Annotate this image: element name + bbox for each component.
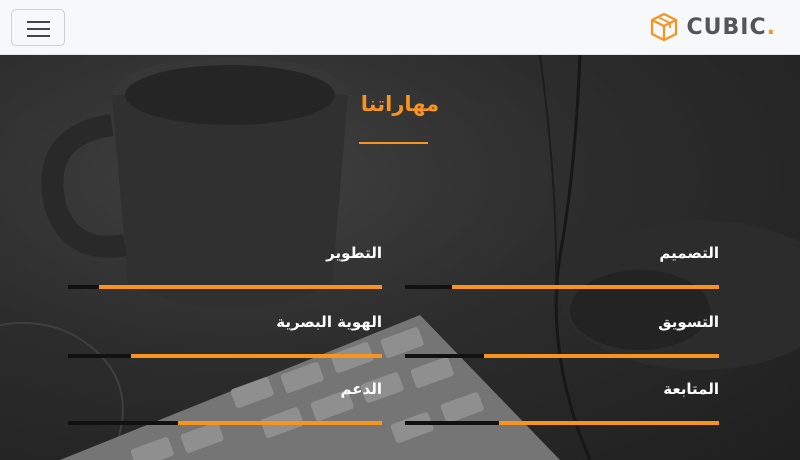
brand-dot: . — [766, 14, 776, 40]
menu-toggle-button[interactable] — [11, 9, 65, 46]
skill-progress-fill — [452, 285, 719, 289]
skill-label: الهوية البصرية — [276, 313, 382, 331]
skill-design: التصميم — [405, 244, 719, 296]
skill-label: التسويق — [658, 313, 719, 331]
hamburger-menu-icon-bottom — [27, 35, 50, 37]
brand-logo[interactable]: CUBIC. — [649, 12, 776, 42]
brand-name: CUBIC. — [687, 15, 776, 40]
skill-progress-fill — [130, 354, 382, 358]
skill-progress-fill — [99, 285, 382, 289]
skill-progress-track — [405, 285, 719, 289]
cube-icon — [650, 12, 677, 42]
hamburger-menu-icon — [27, 21, 50, 23]
skill-development: التطوير — [68, 244, 382, 296]
skill-marketing: التسويق — [405, 313, 719, 365]
skill-progress-track — [68, 354, 382, 358]
skill-progress-fill — [177, 421, 382, 425]
skill-label: المتابعة — [663, 380, 719, 398]
skill-progress-fill — [499, 421, 719, 425]
section-title: مهاراتنا — [360, 92, 440, 116]
skill-progress-fill — [483, 354, 719, 358]
skill-label: التطوير — [326, 244, 382, 262]
title-underline — [359, 142, 428, 144]
skill-progress-track — [68, 421, 382, 425]
skill-label: الدعم — [340, 380, 382, 398]
navbar: CUBIC. — [0, 0, 800, 55]
skill-progress-track — [405, 421, 719, 425]
hamburger-menu-icon-middle — [27, 28, 50, 30]
brand-name-text: CUBIC — [686, 14, 767, 40]
skill-progress-track — [68, 285, 382, 289]
skill-label: التصميم — [659, 244, 719, 262]
skill-visual-identity: الهوية البصرية — [68, 313, 382, 365]
skill-support: الدعم — [68, 380, 382, 432]
skill-followup: المتابعة — [405, 380, 719, 432]
skill-progress-track — [405, 354, 719, 358]
